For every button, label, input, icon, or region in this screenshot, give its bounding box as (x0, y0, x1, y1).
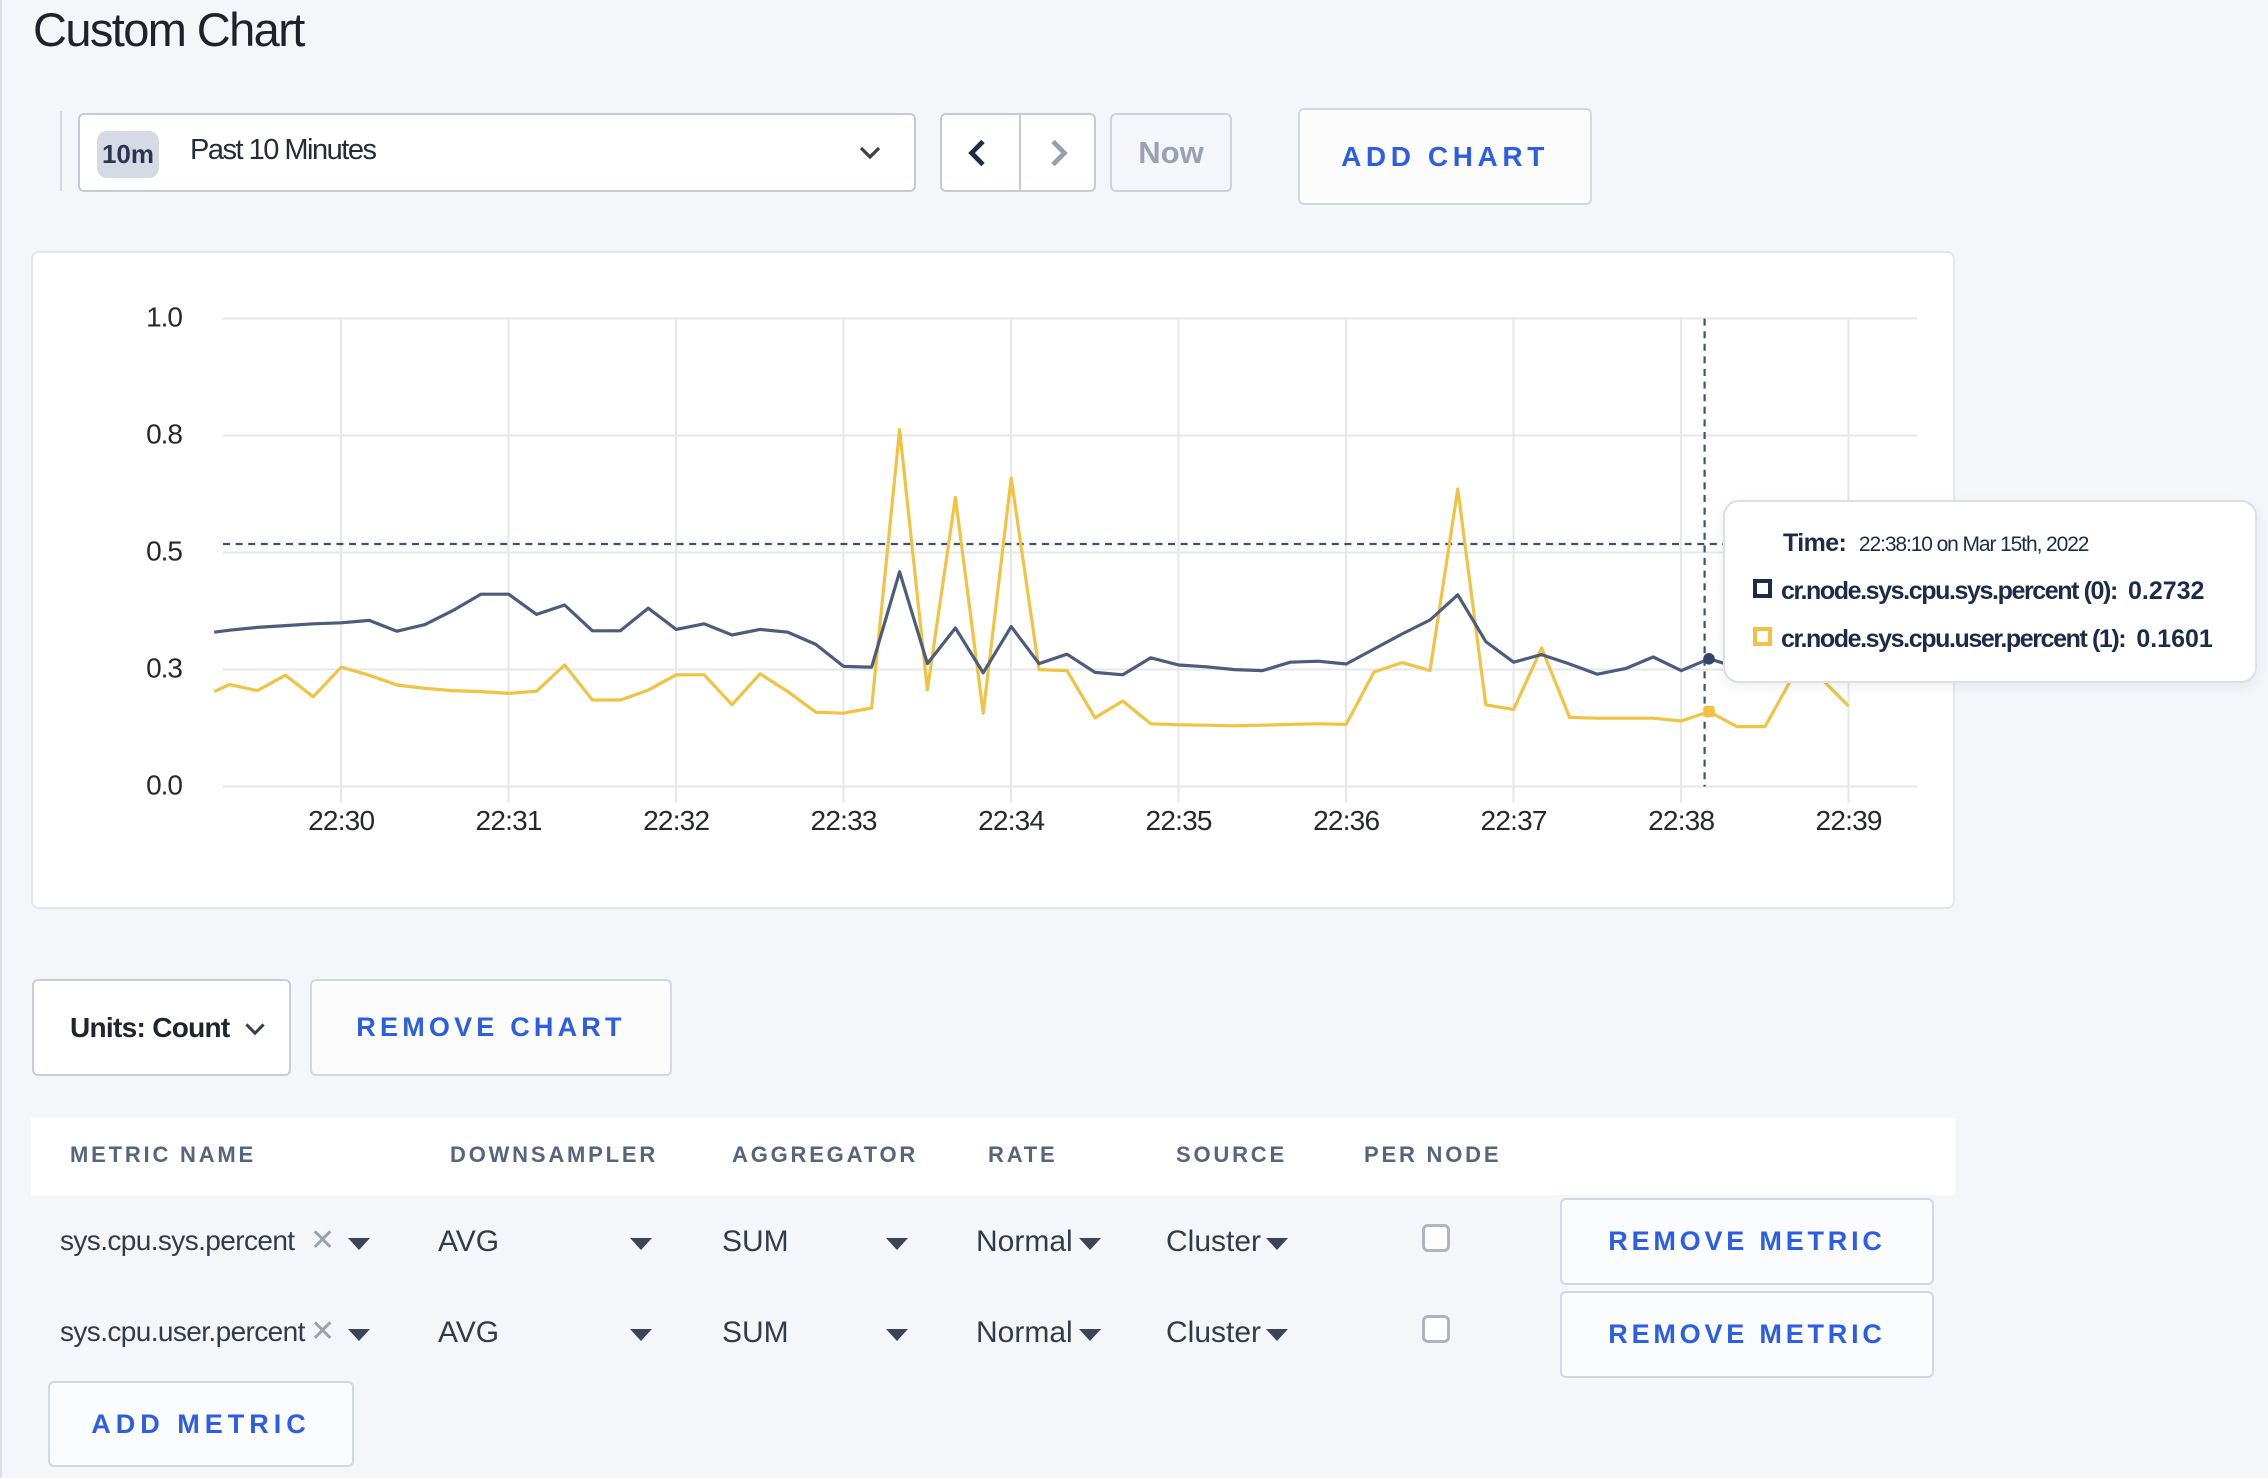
svg-text:22:35: 22:35 (1146, 805, 1212, 836)
svg-text:22:36: 22:36 (1313, 805, 1379, 836)
svg-text:22:32: 22:32 (643, 805, 709, 836)
svg-text:22:31: 22:31 (476, 805, 542, 836)
svg-text:22:39: 22:39 (1816, 805, 1882, 836)
svg-text:1.0: 1.0 (146, 302, 182, 333)
svg-text:22:30: 22:30 (308, 805, 374, 836)
svg-text:22:33: 22:33 (811, 805, 877, 836)
svg-text:0.8: 0.8 (146, 419, 182, 450)
svg-text:0.0: 0.0 (146, 770, 182, 801)
svg-text:22:34: 22:34 (978, 805, 1044, 836)
svg-text:0.3: 0.3 (146, 653, 182, 684)
svg-text:0.5: 0.5 (146, 536, 182, 567)
svg-text:22:37: 22:37 (1481, 805, 1547, 836)
svg-text:22:38: 22:38 (1648, 805, 1714, 836)
